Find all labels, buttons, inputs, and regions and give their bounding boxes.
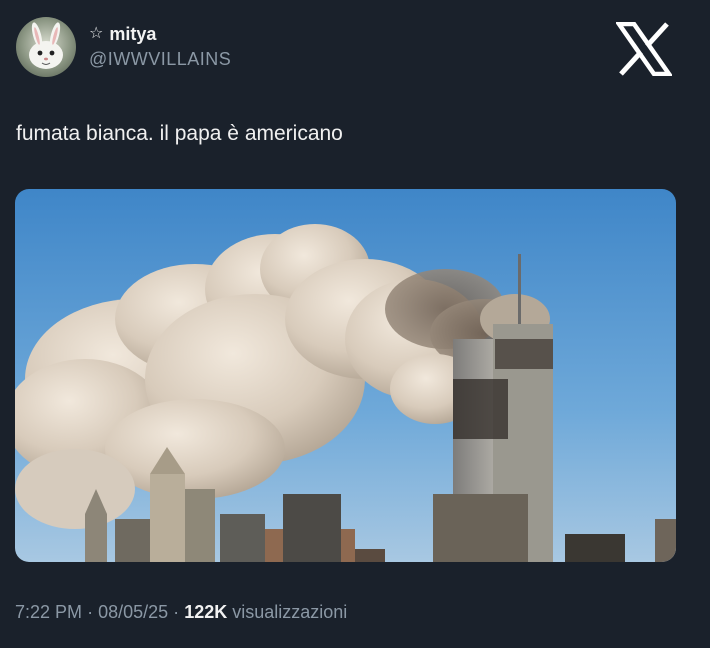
meta-separator: · (173, 602, 180, 622)
display-name[interactable]: ☆ mitya (89, 23, 231, 45)
rabbit-icon (29, 22, 63, 69)
star-icon: ☆ (89, 25, 104, 42)
views-label: visualizzazioni (232, 602, 348, 622)
user-handle[interactable]: @IWWVILLAINS (89, 47, 231, 71)
display-name-text: mitya (109, 24, 157, 44)
tweet-time[interactable]: 7:22 PM (15, 602, 82, 622)
avatar[interactable] (16, 17, 76, 77)
views-count: 122K (184, 602, 228, 622)
tweet-meta: 7:22 PM · 08/05/25 · 122K visualizzazion… (15, 600, 347, 624)
tweet-media-photo[interactable] (15, 189, 676, 562)
user-names: ☆ mitya @IWWVILLAINS (89, 23, 231, 71)
tweet-date[interactable]: 08/05/25 (98, 602, 168, 622)
tweet-header: ☆ mitya @IWWVILLAINS (16, 17, 231, 77)
x-logo-icon[interactable] (614, 21, 674, 77)
photo-skyline-smoke (15, 189, 676, 562)
tweet-text: fumata bianca. il papa è americano (16, 122, 343, 145)
meta-separator: · (87, 602, 94, 622)
